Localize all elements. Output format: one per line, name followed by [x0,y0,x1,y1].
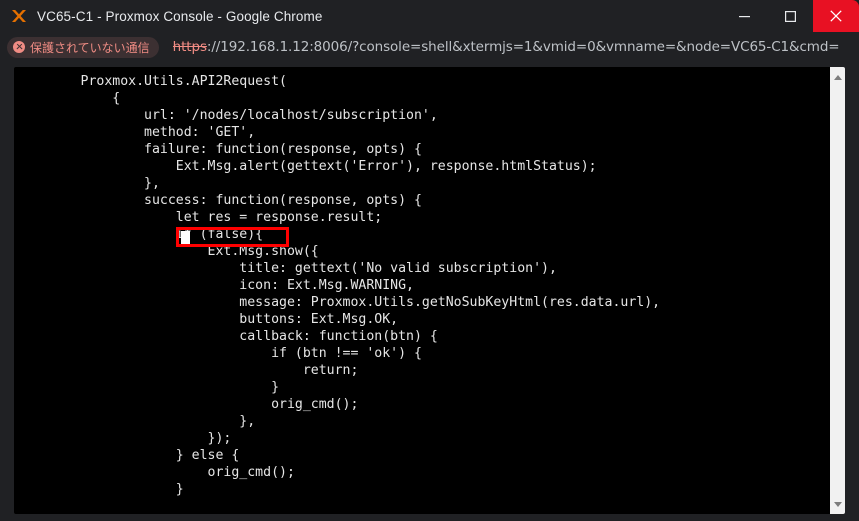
proxmox-x-icon [8,5,30,27]
scroll-down-triangle [834,501,842,507]
minimize-button[interactable] [721,0,767,32]
window-title-bar[interactable]: VC65-C1 - Proxmox Console - Google Chrom… [0,0,859,32]
address-bar[interactable]: 保護されていない通信 https://192.168.1.12:8006/?co… [0,32,859,62]
terminal-scrollbar[interactable] [829,67,845,514]
window-bottom-edge [0,514,859,521]
not-secure-circle-x-icon [13,41,25,53]
url-text[interactable]: https://192.168.1.12:8006/?console=shell… [173,39,859,55]
xterm-console[interactable]: Proxmox.Utils.API2Request( { url: '/node… [14,67,845,514]
security-status-label: 保護されていない通信 [30,40,150,55]
close-button[interactable] [813,0,859,32]
url-rest: ://192.168.1.12:8006/?console=shell&xter… [206,39,840,55]
scroll-down-arrow-icon[interactable] [830,496,845,512]
window-title-text: VC65-C1 - Proxmox Console - Google Chrom… [37,8,323,24]
security-status-badge[interactable]: 保護されていない通信 [7,36,159,58]
maximize-button[interactable] [767,0,813,32]
code-text-area[interactable]: Proxmox.Utils.API2Request( { url: '/node… [14,67,829,514]
code-content: Proxmox.Utils.API2Request( { url: '/node… [80,74,661,497]
chrome-browser-window: VC65-C1 - Proxmox Console - Google Chrom… [0,0,859,521]
terminal-frame: Proxmox.Utils.API2Request( { url: '/node… [0,62,859,521]
scroll-up-triangle [834,74,842,80]
scroll-up-arrow-icon[interactable] [830,69,845,85]
url-scheme: https [172,39,207,55]
